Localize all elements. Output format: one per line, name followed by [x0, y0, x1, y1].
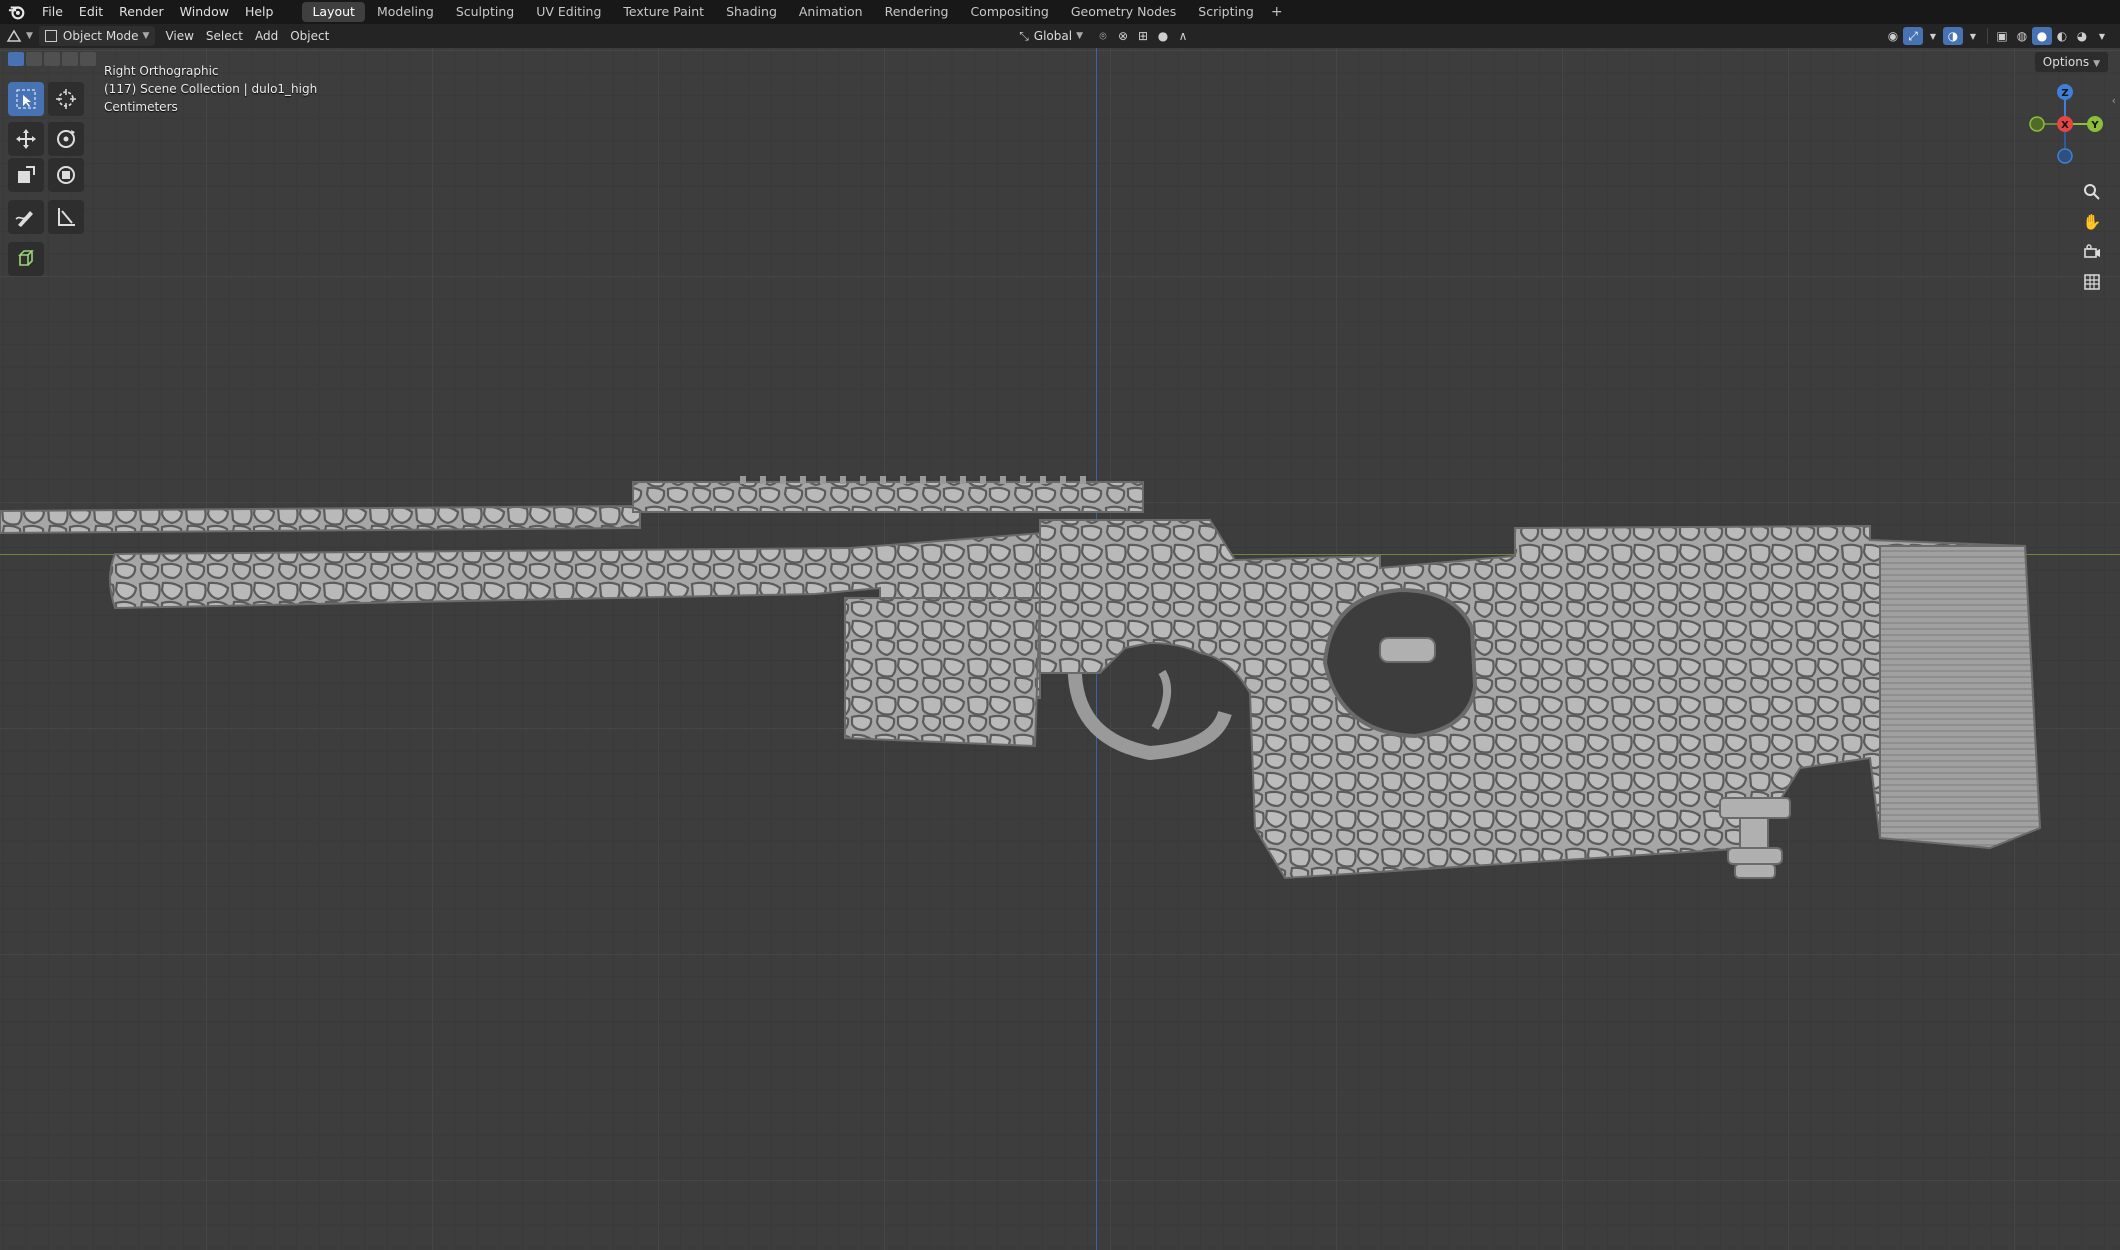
magazine: [844, 597, 1042, 748]
units-label: Centimeters: [104, 100, 178, 114]
overlay-dropdown-icon[interactable]: ▼: [1963, 27, 1983, 45]
proportional-edit-icon[interactable]: ●: [1153, 27, 1173, 45]
zoom-icon[interactable]: [2078, 178, 2106, 206]
bolt-knob: [1379, 637, 1436, 663]
tab-compositing[interactable]: Compositing: [960, 2, 1058, 22]
tab-animation[interactable]: Animation: [789, 2, 873, 22]
options-label: Options: [2042, 55, 2090, 69]
menu-help[interactable]: Help: [237, 0, 282, 24]
blender-logo-icon[interactable]: [8, 3, 26, 21]
transform-tool[interactable]: [48, 158, 84, 192]
mode-dropdown[interactable]: Object Mode ▼: [38, 26, 156, 46]
select-box-icon: [16, 89, 36, 109]
add-cube-tool[interactable]: [8, 242, 44, 276]
annotate-icon: [15, 211, 33, 227]
collection-info: (117) Scene Collection | dulo1_high: [104, 82, 318, 96]
tab-scripting[interactable]: Scripting: [1188, 2, 1264, 22]
tab-modeling[interactable]: Modeling: [367, 2, 444, 22]
hand-pan-icon[interactable]: ✋: [2078, 208, 2106, 236]
menu-render[interactable]: Render: [111, 0, 172, 24]
orientation-icon: ⤡: [1019, 28, 1029, 43]
solid-shading-icon[interactable]: ●: [2032, 27, 2052, 45]
viewport-header: ▼ Object Mode ▼ View Select Add Object ⤡ …: [0, 24, 2120, 48]
view-name: Right Orthographic: [104, 64, 219, 78]
cursor-icon: [56, 89, 76, 109]
annotate-tool[interactable]: [8, 200, 44, 234]
navigation-gizmo[interactable]: Z Y X: [2010, 70, 2120, 180]
rendered-shading-icon[interactable]: ◕: [2072, 27, 2092, 45]
select-extend-icon[interactable]: [26, 52, 42, 66]
menu-file[interactable]: File: [34, 0, 71, 24]
camera-icon[interactable]: [2078, 238, 2106, 266]
snap-target-icon[interactable]: ⊞: [1133, 27, 1153, 45]
orientation-label: Global: [1033, 29, 1073, 43]
gizmo-dropdown-icon[interactable]: ▼: [1923, 27, 1943, 45]
add-workspace-icon[interactable]: +: [1265, 4, 1289, 20]
tab-geometry-nodes[interactable]: Geometry Nodes: [1061, 2, 1186, 22]
add-cube-icon: [18, 250, 34, 266]
snap-icon[interactable]: ⊗: [1113, 27, 1133, 45]
falloff-icon[interactable]: ∧: [1173, 27, 1193, 45]
select-box-tool[interactable]: [8, 82, 44, 116]
menu-window[interactable]: Window: [172, 0, 237, 24]
gizmo-neg-y-icon: [2029, 116, 2045, 132]
select-invert-icon[interactable]: [62, 52, 78, 66]
tab-sculpting[interactable]: Sculpting: [446, 2, 524, 22]
mode-label: Object Mode: [62, 29, 139, 43]
3d-viewport[interactable]: Right Orthographic (117) Scene Collectio…: [0, 48, 2120, 1250]
options-dropdown[interactable]: Options ▼: [2034, 52, 2108, 72]
select-new-icon[interactable]: [8, 52, 24, 66]
select-subtract-icon[interactable]: [44, 52, 60, 66]
barrel: [0, 504, 641, 535]
view-menu[interactable]: View: [159, 26, 199, 46]
separator: [1987, 28, 1988, 44]
move-tool[interactable]: [8, 122, 44, 156]
gizmo-neg-z-icon: [2057, 148, 2073, 164]
xray-icon[interactable]: ▣: [1992, 27, 2012, 45]
gizmo-x-label: X: [2061, 120, 2069, 131]
viewport-info: Right Orthographic (117) Scene Collectio…: [104, 62, 317, 116]
menu-edit[interactable]: Edit: [71, 0, 111, 24]
cursor-tool[interactable]: [48, 82, 84, 116]
gizmo-toggle-icon[interactable]: ⤢: [1903, 27, 1923, 45]
tab-texture-paint[interactable]: Texture Paint: [613, 2, 714, 22]
shading-dropdown-icon[interactable]: ▼: [2092, 27, 2112, 45]
tab-shading[interactable]: Shading: [716, 2, 787, 22]
tab-rendering[interactable]: Rendering: [875, 2, 959, 22]
tab-uv-editing[interactable]: UV Editing: [526, 2, 611, 22]
wireframe-shading-icon[interactable]: ◍: [2012, 27, 2032, 45]
select-intersect-icon[interactable]: [80, 52, 96, 66]
top-menu-bar: File Edit Render Window Help Layout Mode…: [0, 0, 2120, 24]
scale-icon: [18, 166, 35, 183]
rotate-tool[interactable]: [48, 122, 84, 156]
gizmo-y-label: Y: [2090, 120, 2099, 131]
measure-icon: [58, 208, 75, 226]
grid-icon[interactable]: [2078, 268, 2106, 296]
trigger: [1151, 669, 1172, 730]
top-rail: [632, 481, 1144, 513]
pivot-icon[interactable]: ⌾: [1093, 27, 1113, 45]
gizmo-z-label: Z: [2061, 88, 2068, 99]
editor-type-button[interactable]: ▼: [0, 26, 39, 46]
scale-tool[interactable]: [8, 158, 44, 192]
add-menu[interactable]: Add: [249, 26, 284, 46]
editor-type-icon: [6, 29, 22, 42]
transform-icon: [57, 166, 75, 184]
visibility-icon[interactable]: ◉: [1883, 27, 1903, 45]
selection-mode-buttons: [8, 52, 96, 66]
transform-orientation-dropdown[interactable]: ⤡ Global ▼: [1013, 26, 1089, 46]
rotate-icon: [57, 130, 75, 148]
material-shading-icon[interactable]: ◐: [2052, 27, 2072, 45]
measure-tool[interactable]: [48, 200, 84, 234]
object-mode-icon: [44, 30, 57, 42]
overlay-toggle-icon[interactable]: ◑: [1943, 27, 1963, 45]
object-menu[interactable]: Object: [284, 26, 335, 46]
rifle-mesh[interactable]: [0, 428, 2050, 908]
select-menu[interactable]: Select: [200, 26, 249, 46]
butt-plate: [1879, 545, 2042, 850]
move-icon: [16, 129, 36, 149]
tab-layout[interactable]: Layout: [302, 2, 365, 22]
